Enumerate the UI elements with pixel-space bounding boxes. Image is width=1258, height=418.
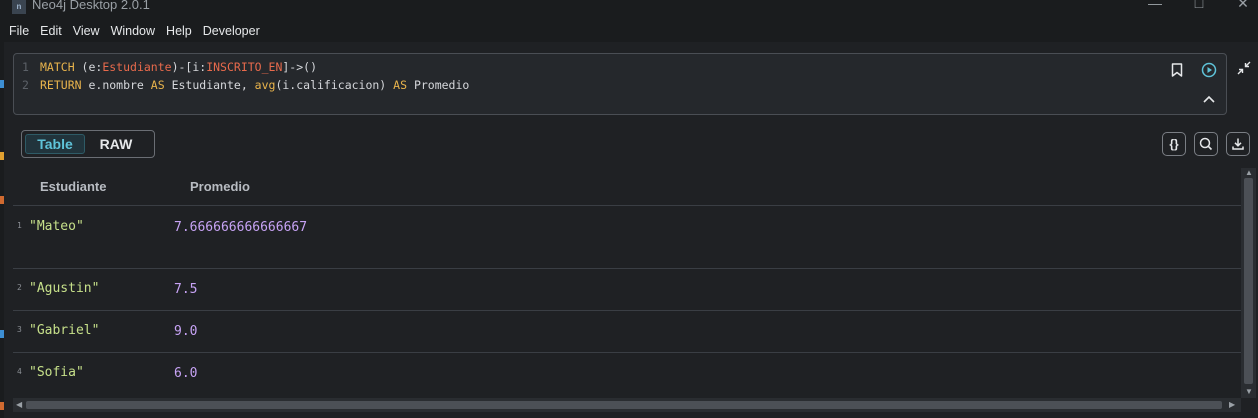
cell-promedio[interactable]: 6.0 [174,363,314,384]
table-header: Estudiante Promedio [13,168,1241,206]
menu-bar: File Edit View Window Help Developer [0,20,1258,42]
close-icon[interactable]: ✕ [1220,0,1258,15]
tab-table[interactable]: Table [25,134,85,154]
keyword-return: RETURN [40,78,82,92]
chevron-up-icon[interactable] [1200,90,1218,108]
horizontal-scrollbar[interactable]: ◀ ▶ [13,398,1241,412]
table-row[interactable]: 4 "Sofia" 6.0 [13,353,1241,395]
line-number: 2 [22,78,29,92]
tab-raw[interactable]: RAW [85,134,147,154]
code-text: Promedio [407,78,470,92]
result-view-tabs: Table RAW [21,130,155,158]
window-title: Neo4j Desktop 2.0.1 [32,0,150,12]
minimize-icon[interactable]: — [1132,0,1178,15]
run-query-icon[interactable] [1200,61,1218,79]
menu-view[interactable]: View [73,24,100,38]
result-table: Estudiante Promedio 1 "Mateo" 7.66666666… [13,168,1241,398]
cell-promedio[interactable]: 7.666666666666667 [174,217,314,238]
title-bar: n Neo4j Desktop 2.0.1 — □ ✕ [0,0,1258,20]
menu-window[interactable]: Window [111,24,155,38]
node-label: Estudiante [102,60,172,74]
table-row[interactable]: 2 "Agustin" 7.5 [13,269,1241,311]
cell-estudiante[interactable]: "Sofia" [29,365,84,380]
search-icon [1199,137,1213,151]
maximize-icon[interactable]: □ [1176,0,1222,15]
json-braces-icon: {} [1169,137,1179,151]
row-number: 2 [17,283,22,292]
download-icon [1232,138,1244,150]
collapse-editor-icon[interactable] [1236,60,1254,78]
table-row[interactable]: 1 "Mateo" 7.666666666666667 [13,207,1241,269]
cell-promedio[interactable]: 7.5 [174,279,314,300]
keyword-match: MATCH [40,60,75,74]
code-text: )-[i: [171,60,207,74]
code-text: (i.calificacion) [275,78,394,92]
column-header-promedio[interactable]: Promedio [190,179,250,194]
keyword-as: AS [150,78,165,92]
cell-estudiante[interactable]: "Agustin" [29,281,99,296]
query-editor[interactable]: 1 MATCH (e:Estudiante)-[i:INSCRITO_EN]->(… [13,53,1227,115]
scroll-right-icon[interactable]: ▶ [1229,400,1235,409]
menu-help[interactable]: Help [166,24,192,38]
json-view-button[interactable]: {} [1162,132,1186,156]
horizontal-scroll-thumb[interactable] [26,401,1222,409]
cell-estudiante[interactable]: "Gabriel" [29,323,99,338]
column-header-estudiante[interactable]: Estudiante [40,179,106,194]
vertical-scrollbar[interactable]: ▲ ▼ [1241,168,1256,398]
cell-estudiante[interactable]: "Mateo" [29,219,84,234]
code-text: e.nombre [81,78,151,92]
row-number: 3 [17,325,22,334]
cell-promedio[interactable]: 9.0 [174,321,314,342]
scroll-down-icon[interactable]: ▼ [1245,387,1253,396]
menu-edit[interactable]: Edit [40,24,62,38]
download-button[interactable] [1226,132,1250,156]
search-button[interactable] [1194,132,1218,156]
bookmark-icon[interactable] [1168,61,1186,79]
vertical-scroll-thumb[interactable] [1244,178,1253,384]
function-avg: avg [254,78,276,92]
menu-file[interactable]: File [9,24,29,38]
table-row[interactable]: 3 "Gabriel" 9.0 [13,311,1241,353]
code-text: Estudiante, [164,78,255,92]
code-line-1: 1 MATCH (e:Estudiante)-[i:INSCRITO_EN]->(… [22,60,317,74]
scroll-left-icon[interactable]: ◀ [16,400,22,409]
background-window-edge [0,42,4,418]
relationship-type: INSCRITO_EN [206,60,283,74]
code-text: ]->() [282,60,317,74]
code-text: (e: [74,60,103,74]
keyword-as: AS [393,78,408,92]
line-number: 1 [22,60,29,74]
neo4j-app-icon: n [12,0,26,14]
code-line-2: 2 RETURN e.nombre AS Estudiante, avg(i.ca… [22,78,469,92]
row-number: 1 [17,221,22,230]
row-number: 4 [17,367,22,376]
scroll-up-icon[interactable]: ▲ [1245,168,1253,177]
menu-developer[interactable]: Developer [203,24,260,38]
